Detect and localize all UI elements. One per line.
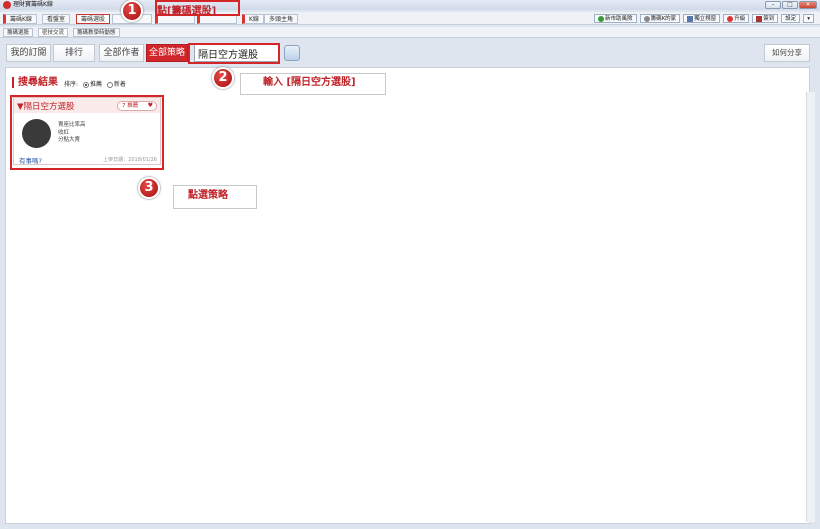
tab-tips-exchange[interactable]: 密技交流 bbox=[38, 28, 69, 37]
right-toolbar: 新市助風險 籌碼K的家 獨立視窗 升級 簽到 設定 ▾ bbox=[594, 14, 814, 23]
results-title: 搜尋結果 bbox=[12, 77, 58, 88]
maximize-icon[interactable]: □ bbox=[782, 1, 798, 9]
menu-item-bull-stars[interactable]: 多頭主角 bbox=[264, 14, 299, 24]
all-authors-button[interactable]: 全部作者 bbox=[99, 44, 144, 62]
settings-button[interactable]: 設定 bbox=[781, 14, 801, 23]
step1-badge: 1 bbox=[121, 0, 143, 22]
upgrade-button[interactable]: 升級 bbox=[723, 14, 750, 23]
checkin-button[interactable]: 簽到 bbox=[752, 14, 779, 23]
menu-item-watch-room[interactable]: 看盤室 bbox=[42, 14, 71, 24]
window-title: 理財寶籌碼K線 bbox=[13, 1, 53, 8]
all-strategies-button[interactable]: 全部策略 bbox=[146, 44, 188, 62]
home-button[interactable]: 籌碼K的家 bbox=[639, 14, 681, 23]
standalone-window-button[interactable]: 獨立視窗 bbox=[683, 14, 721, 23]
dropdown-arrow-icon[interactable]: ▾ bbox=[803, 14, 814, 23]
risk-button[interactable]: 新市助風險 bbox=[594, 14, 637, 23]
step2-label: 輸入 [隔日空方選股] bbox=[240, 73, 386, 95]
step1-label: 點[籌碼選股] bbox=[157, 6, 217, 17]
search-icon[interactable] bbox=[284, 45, 300, 61]
tab-teaching[interactable]: 籌碼教學時動態 bbox=[73, 28, 120, 37]
sort-recommend-label: 推薦 bbox=[89, 81, 102, 88]
window-icon bbox=[687, 15, 694, 22]
my-subscriptions-button[interactable]: 我的訂閱 bbox=[6, 44, 51, 62]
checkin-label: 簽到 bbox=[763, 16, 775, 22]
search-highlight-box bbox=[188, 43, 280, 64]
upgrade-label: 升級 bbox=[734, 16, 746, 22]
calendar-icon bbox=[756, 15, 763, 22]
minimize-icon[interactable]: – bbox=[765, 1, 781, 9]
chat-icon bbox=[598, 15, 605, 22]
how-to-share-button[interactable]: 如何分享 bbox=[764, 44, 810, 62]
tab-chip-selection[interactable]: 籌碼選股 bbox=[3, 28, 34, 37]
upgrade-icon bbox=[727, 15, 734, 22]
sort-recommend-radio[interactable] bbox=[82, 81, 89, 88]
sort-newest-radio[interactable] bbox=[106, 81, 113, 88]
ranking-button[interactable]: 排行 bbox=[53, 44, 95, 62]
home-icon bbox=[643, 15, 650, 22]
step2-badge: 2 bbox=[212, 67, 234, 89]
sub-tabs: 籌碼選股 密技交流 籌碼教學時動態 bbox=[0, 27, 820, 38]
step3-badge: 3 bbox=[138, 177, 160, 199]
home-button-label: 籌碼K的家 bbox=[650, 16, 677, 22]
sort-newest-label: 新着 bbox=[113, 81, 126, 88]
menu-item-chip-selection[interactable]: 籌碼選股 bbox=[76, 14, 111, 24]
close-icon[interactable]: × bbox=[799, 1, 817, 9]
menu-item-chips-kline[interactable]: 籌碼K線 bbox=[3, 14, 37, 24]
sort-options: 排序: 推薦 新着 bbox=[64, 79, 126, 88]
sort-label: 排序: bbox=[64, 81, 79, 88]
window-controls: – □ × bbox=[765, 1, 817, 9]
card-highlight-box bbox=[10, 95, 164, 170]
menu-item-kline[interactable]: K線 bbox=[242, 14, 264, 24]
step3-label: 點選策略 bbox=[173, 185, 257, 209]
risk-button-label: 新市助風險 bbox=[605, 16, 633, 22]
standalone-window-label: 獨立視窗 bbox=[694, 16, 717, 22]
vertical-scrollbar[interactable] bbox=[806, 92, 815, 522]
app-logo-icon bbox=[3, 1, 11, 9]
